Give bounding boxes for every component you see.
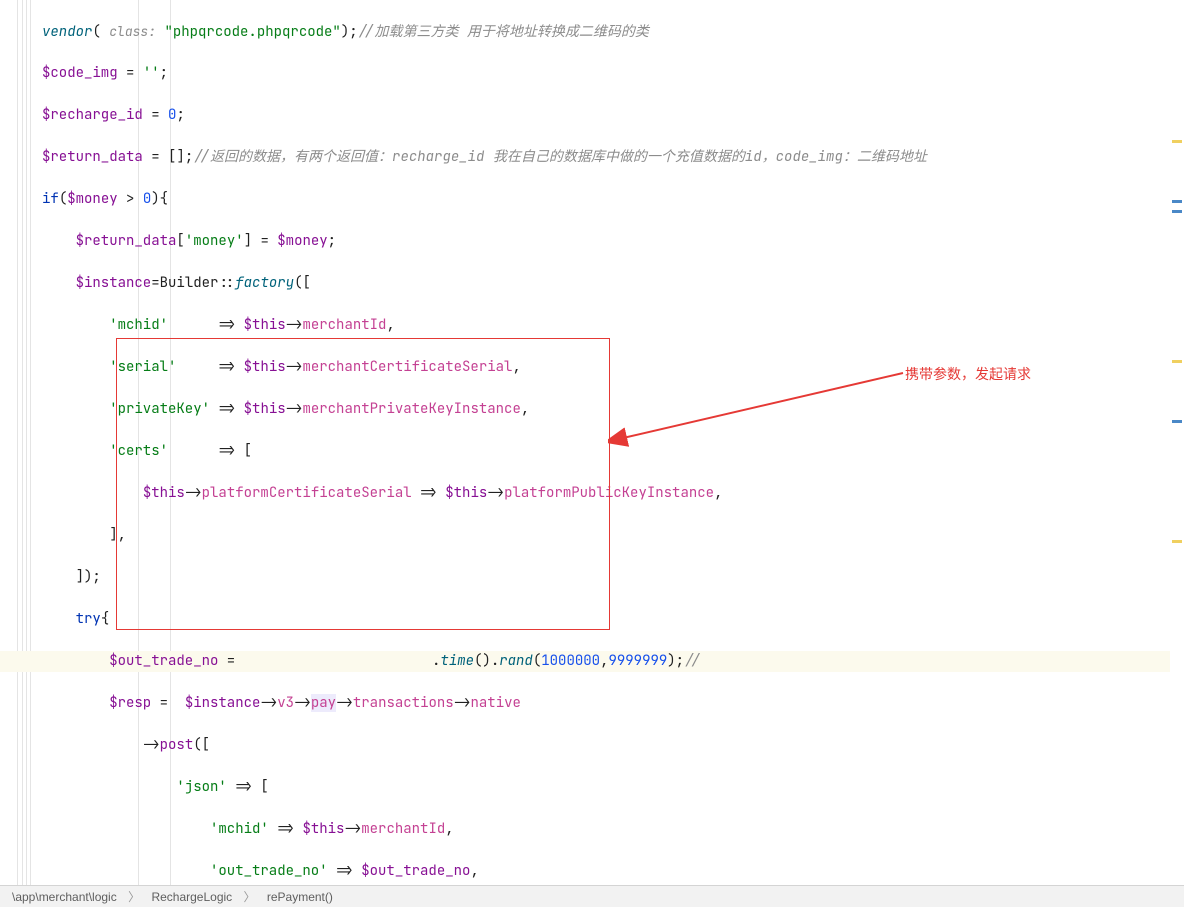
fold-guide: [22, 0, 23, 890]
property: merchantPrivateKeyInstance: [302, 400, 520, 418]
op: ->: [260, 694, 277, 712]
func-call: rand: [499, 652, 533, 670]
op: ->: [286, 400, 303, 418]
class: Builder: [160, 274, 219, 292]
scroll-marker[interactable]: [1172, 420, 1182, 423]
variable: $this: [445, 484, 487, 502]
scrollbar-track[interactable]: [1170, 0, 1184, 890]
variable: $resp: [109, 694, 151, 712]
op: ->: [286, 316, 303, 334]
annotation-arrow: [608, 368, 908, 448]
variable: $out_trade_no: [109, 652, 218, 670]
variable: $code_img: [42, 64, 118, 82]
breadcrumb-item[interactable]: rePayment(): [263, 890, 337, 904]
property: merchantId: [302, 316, 386, 334]
op: =>: [336, 862, 353, 880]
property: merchantId: [361, 820, 445, 838]
fold-guide: [26, 0, 27, 890]
op: =: [260, 232, 268, 250]
op: =: [126, 64, 134, 82]
op: =>: [277, 820, 294, 838]
variable: $instance: [76, 274, 152, 292]
comment: //: [684, 652, 701, 670]
comment: //返回的数据，有两个返回值：recharge_id 我在自己的数据库中做的一个…: [193, 148, 927, 166]
method: post: [160, 736, 194, 754]
string: '': [143, 64, 160, 82]
property: platformCertificateSerial: [202, 484, 412, 502]
static-method: factory: [235, 274, 294, 292]
op: ->: [344, 820, 361, 838]
variable: $this: [244, 316, 286, 334]
breadcrumb-item[interactable]: RechargeLogic: [147, 890, 236, 904]
code-editor[interactable]: vendor( class: "phpqrcode.phpqrcode");//…: [0, 0, 1184, 890]
number: 0: [143, 190, 151, 208]
scroll-marker[interactable]: [1172, 210, 1182, 213]
op: ->: [454, 694, 471, 712]
variable: $return_data: [76, 232, 177, 250]
string: 'privateKey': [109, 400, 210, 418]
fold-guide: [30, 0, 31, 890]
chevron-right-icon: 〉: [124, 890, 144, 904]
comment: //加载第三方类 用于将地址转换成二维码的类: [358, 23, 649, 41]
scroll-marker[interactable]: [1172, 540, 1182, 543]
op: ->: [294, 694, 311, 712]
op: ->: [185, 484, 202, 502]
op: =: [151, 106, 159, 124]
variable: $this: [244, 400, 286, 418]
param-hint: class:: [109, 23, 156, 40]
string: 'certs': [109, 442, 168, 460]
variable: $recharge_id: [42, 106, 143, 124]
func-call: time: [440, 652, 474, 670]
op: >: [126, 190, 134, 208]
property: merchantCertificateSerial: [302, 358, 512, 376]
property: transactions: [353, 694, 454, 712]
op: ->: [143, 736, 160, 754]
variable: $this: [302, 820, 344, 838]
property: pay: [311, 694, 336, 712]
array: []: [168, 148, 185, 166]
op: ->: [286, 358, 303, 376]
chevron-right-icon: 〉: [240, 890, 260, 904]
variable: $money: [277, 232, 327, 250]
variable: $return_data: [42, 148, 143, 166]
op: =>: [420, 484, 437, 502]
variable: $this: [244, 358, 286, 376]
string: "phpqrcode.phpqrcode": [164, 23, 340, 41]
func-call: vendor: [42, 23, 92, 41]
op: =>: [235, 778, 252, 796]
number: 1000000: [541, 652, 600, 670]
variable: $instance: [185, 694, 261, 712]
property: v3: [277, 694, 294, 712]
op: ->: [487, 484, 504, 502]
keyword: try: [76, 610, 101, 628]
scroll-marker[interactable]: [1172, 200, 1182, 203]
string: 'mchid': [109, 316, 168, 334]
scroll-marker[interactable]: [1172, 140, 1182, 143]
variable: $this: [143, 484, 185, 502]
number: 0: [168, 106, 176, 124]
gutter: [0, 0, 18, 890]
annotation-text: 携带参数，发起请求: [905, 364, 1031, 384]
keyword: if: [42, 190, 59, 208]
op: =>: [218, 400, 235, 418]
string: 'serial': [109, 358, 176, 376]
op: ->: [336, 694, 353, 712]
string: 'out_trade_no': [210, 862, 328, 880]
property: native: [471, 694, 521, 712]
variable: $out_trade_no: [361, 862, 470, 880]
string: 'money': [185, 232, 244, 250]
breadcrumb[interactable]: \app\merchant\logic 〉 RechargeLogic 〉 re…: [0, 885, 1184, 907]
number: 9999999: [608, 652, 667, 670]
variable: $money: [67, 190, 117, 208]
string: 'mchid': [210, 820, 269, 838]
op: =: [151, 148, 159, 166]
scroll-marker[interactable]: [1172, 360, 1182, 363]
op: =>: [218, 358, 235, 376]
op: =>: [218, 316, 235, 334]
property: platformPublicKeyInstance: [504, 484, 714, 502]
breadcrumb-item[interactable]: \app\merchant\logic: [8, 890, 121, 904]
string: 'json': [176, 778, 226, 796]
op: =>: [218, 442, 235, 460]
